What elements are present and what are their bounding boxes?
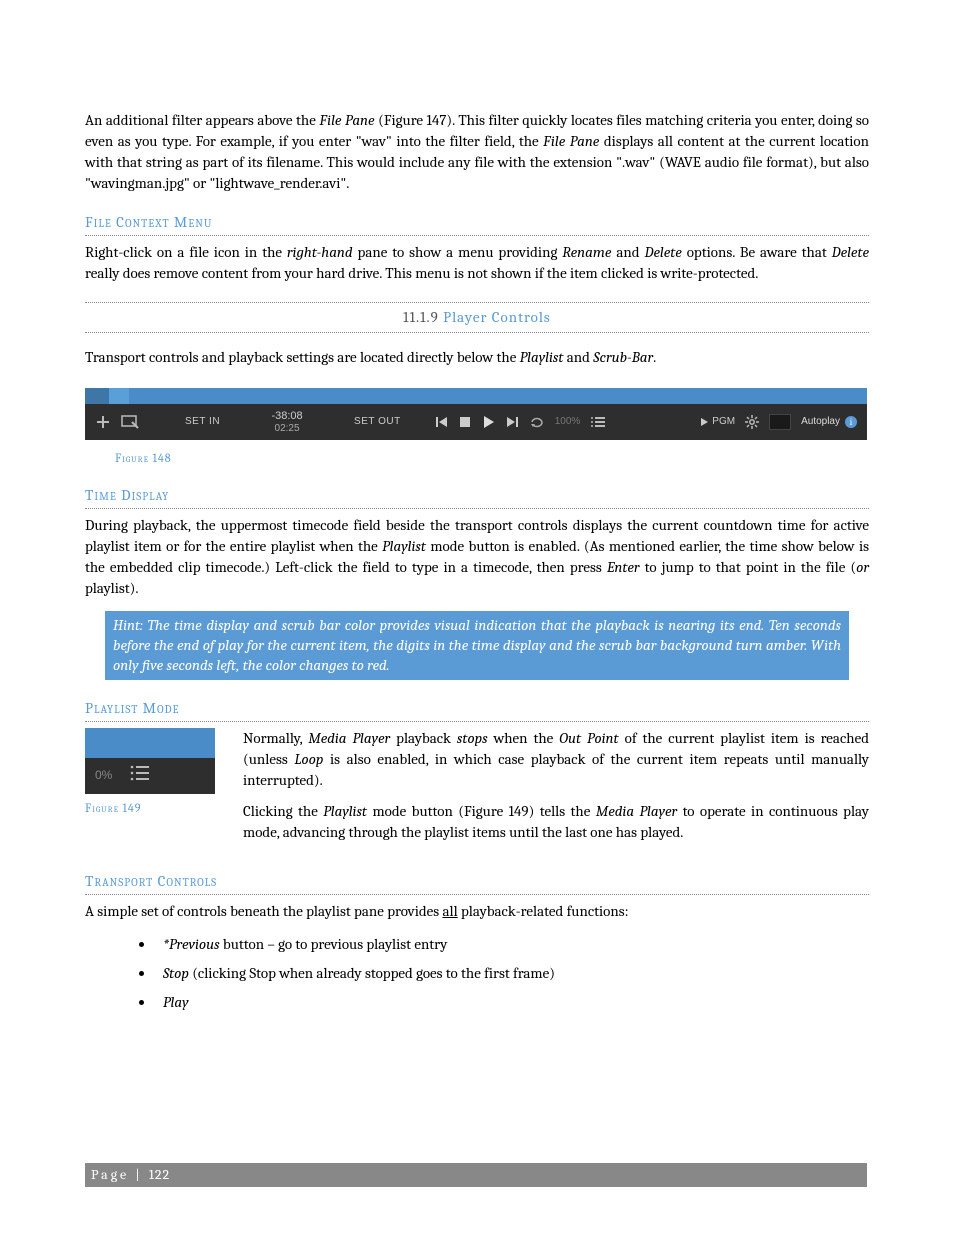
- presets-icon[interactable]: [121, 415, 139, 429]
- speed-percent[interactable]: 0%: [95, 767, 112, 784]
- add-icon[interactable]: [95, 414, 111, 430]
- list-item: Play: [155, 992, 869, 1013]
- transport-controls-intro: A simple set of controls beneath the pla…: [85, 901, 869, 922]
- section-heading: 11.1.9 Player Controls: [85, 302, 869, 333]
- pgm-button[interactable]: PGM: [700, 415, 735, 429]
- file-context-paragraph: Right-click on a file icon in the right-…: [85, 242, 869, 284]
- autoplay-checkbox[interactable]: [769, 414, 791, 430]
- playlist-mode-icon[interactable]: [130, 765, 150, 786]
- intro-paragraph: An additional filter appears above the F…: [85, 110, 869, 194]
- time-display-heading: Time Display: [85, 485, 869, 509]
- set-out-button[interactable]: SET OUT: [354, 415, 401, 429]
- playlist-mode-para-1: Normally, Media Player playback stops wh…: [243, 728, 869, 791]
- speed-percent[interactable]: 100%: [555, 415, 581, 429]
- figure-149-playlist-thumb: 0%: [85, 728, 215, 794]
- file-context-menu-heading: File Context Menu: [85, 212, 869, 236]
- transport-controls-heading: Transport Controls: [85, 871, 869, 895]
- figure-148-player-bar: SET IN -38:08 02:25 SET OUT: [85, 388, 867, 440]
- transport-intro: Transport controls and playback settings…: [85, 347, 869, 368]
- previous-icon[interactable]: [435, 415, 449, 429]
- next-icon[interactable]: [505, 415, 519, 429]
- timecode-display[interactable]: -38:08 02:25: [262, 410, 312, 433]
- loop-icon[interactable]: [529, 415, 545, 429]
- playlist-mode-icon[interactable]: [590, 416, 606, 428]
- hint-box: Hint: The time display and scrub bar col…: [105, 611, 849, 680]
- autoplay-label[interactable]: Autoplay i: [801, 415, 857, 429]
- list-item: Stop (clicking Stop when already stopped…: [155, 963, 869, 984]
- time-display-paragraph: During playback, the uppermost timecode …: [85, 515, 869, 599]
- playlist-mode-para-2: Clicking the Playlist mode button (Figur…: [243, 801, 869, 843]
- list-item: *Previous button – go to previous playli…: [155, 934, 869, 955]
- scrub-bar[interactable]: [85, 388, 867, 404]
- info-icon[interactable]: i: [845, 416, 857, 428]
- scrub-bar[interactable]: [85, 728, 215, 758]
- gear-icon[interactable]: [745, 415, 759, 429]
- transport-controls-list: *Previous button – go to previous playli…: [155, 934, 869, 1013]
- play-icon[interactable]: [481, 415, 495, 429]
- page-footer: Page | 122: [85, 1163, 867, 1187]
- playlist-mode-heading: Playlist Mode: [85, 698, 869, 722]
- figure-148-caption: Figure 148: [115, 450, 869, 467]
- figure-149-caption: Figure 149: [85, 800, 215, 817]
- stop-icon[interactable]: [459, 416, 471, 428]
- set-in-button[interactable]: SET IN: [185, 415, 220, 429]
